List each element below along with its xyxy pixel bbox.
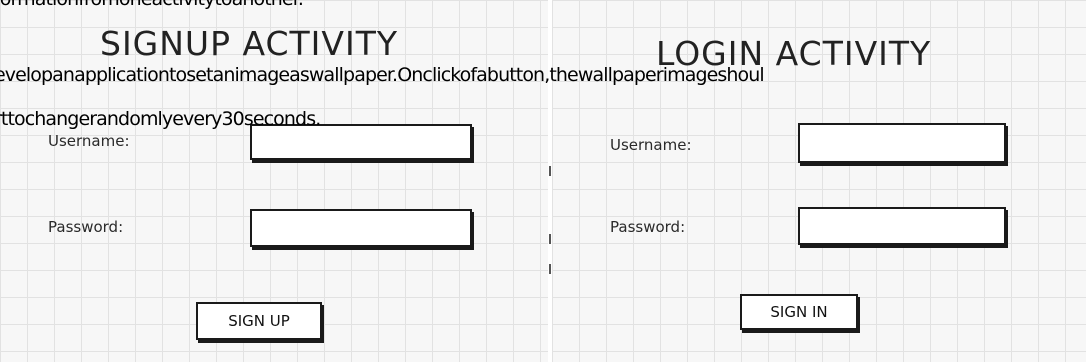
divider-mark xyxy=(549,264,551,274)
signin-button[interactable]: SIGN IN xyxy=(740,294,858,330)
overlay-text-line: evelopanapplicationtosetanimageaswallpap… xyxy=(0,64,765,86)
login-password-input[interactable] xyxy=(798,207,1006,245)
divider-mark xyxy=(549,166,551,176)
signup-username-label: Username: xyxy=(48,132,130,150)
login-password-label: Password: xyxy=(610,218,686,236)
signup-mockup-panel: SIGNUP ACTIVITY Username: Password: SIGN… xyxy=(0,0,548,362)
overlay-text-line: formationfromoneactivitytoanother. xyxy=(0,0,304,10)
login-username-label: Username: xyxy=(610,136,692,154)
overlay-text-line: rttochangerandomlyevery30seconds. xyxy=(0,108,321,130)
signup-password-input[interactable] xyxy=(250,209,472,247)
signup-button[interactable]: SIGN UP xyxy=(196,302,322,340)
login-username-input[interactable] xyxy=(798,123,1006,163)
divider-mark xyxy=(549,234,551,244)
login-mockup-panel: LOGIN ACTIVITY Username: Password: SIGN … xyxy=(552,0,1086,362)
signup-title: SIGNUP ACTIVITY xyxy=(100,24,399,63)
signup-password-label: Password: xyxy=(48,218,124,236)
